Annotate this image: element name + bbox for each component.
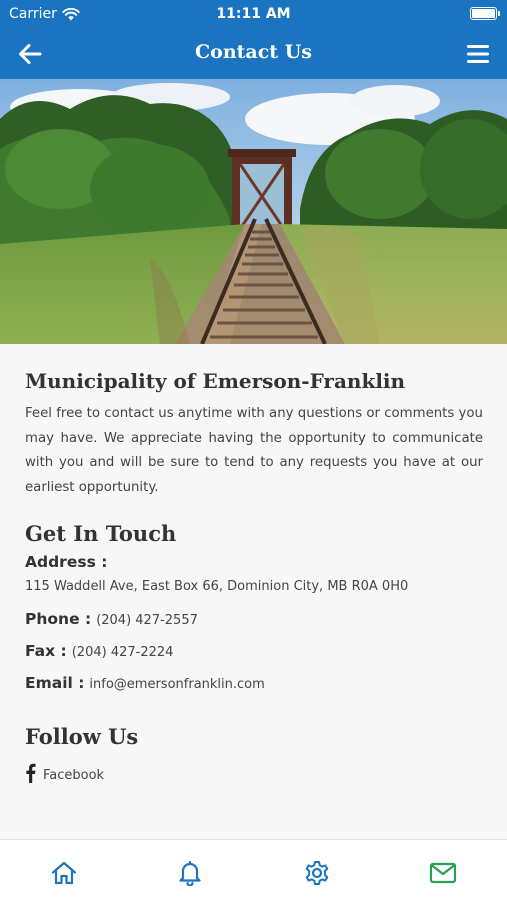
home-icon <box>51 861 77 885</box>
facebook-icon <box>26 763 36 783</box>
email-value[interactable]: info@emersonfranklin.com <box>89 677 264 692</box>
tab-home[interactable] <box>49 858 79 888</box>
address-value[interactable]: 115 Waddell Ave, East Box 66, Dominion C… <box>25 579 483 594</box>
gear-icon <box>305 861 329 885</box>
bell-icon <box>179 860 201 886</box>
hero-image <box>0 79 507 344</box>
phone-value[interactable]: (204) 427-2557 <box>96 613 198 628</box>
organization-title: Municipality of Emerson-Franklin <box>25 369 406 393</box>
fax-row: Fax : (204) 427-2224 <box>25 642 483 660</box>
nav-bar: Contact Us <box>0 28 507 79</box>
facebook-link[interactable]: Facebook <box>25 763 483 783</box>
tab-contact[interactable] <box>428 858 458 888</box>
menu-button[interactable] <box>463 40 493 68</box>
mail-icon <box>429 862 457 884</box>
contact-content: Municipality of Emerson-Franklin Feel fr… <box>25 344 483 783</box>
phone-label: Phone : <box>25 610 92 628</box>
tab-notifications[interactable] <box>175 858 205 888</box>
facebook-label: Facebook <box>43 768 105 783</box>
email-label: Email : <box>25 674 85 692</box>
app-header: Carrier 11:11 AM Contact Us <box>0 0 507 79</box>
follow-us-heading: Follow Us <box>25 724 139 749</box>
hamburger-menu-icon <box>467 45 489 63</box>
battery-icon <box>470 7 500 20</box>
intro-text: Feel free to contact us anytime with any… <box>25 406 483 495</box>
tab-settings[interactable] <box>302 858 332 888</box>
status-bar: Carrier 11:11 AM <box>0 0 507 28</box>
clock: 11:11 AM <box>216 6 291 22</box>
fax-label: Fax : <box>25 642 67 660</box>
bottom-tab-bar <box>0 839 507 900</box>
email-row: Email : info@emersonfranklin.com <box>25 674 483 692</box>
get-in-touch-heading: Get In Touch <box>25 521 177 546</box>
page-title: Contact Us <box>195 41 312 63</box>
address-label: Address : <box>25 553 108 571</box>
fax-value: (204) 427-2224 <box>71 645 174 660</box>
phone-row: Phone : (204) 427-2557 <box>25 610 483 628</box>
